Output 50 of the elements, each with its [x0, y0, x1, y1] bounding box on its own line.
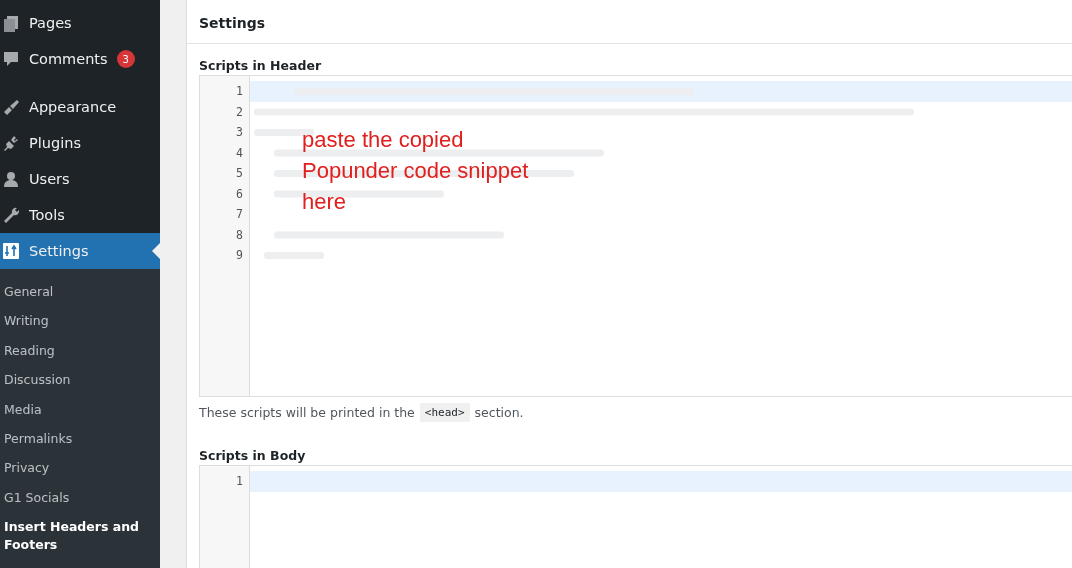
field-label: Scripts in Header [199, 58, 323, 73]
line-number: 1 [235, 473, 244, 490]
code-tag: <head> [419, 403, 470, 422]
settings-icon [2, 242, 20, 260]
submenu-item[interactable]: General [0, 277, 160, 307]
sidebar-item[interactable]: Users [0, 161, 160, 197]
line-number: 1 [235, 83, 244, 100]
count-badge: 3 [116, 50, 135, 68]
sidebar-item[interactable]: Tools [0, 197, 160, 233]
submenu-item[interactable]: G1 Socials [0, 482, 160, 513]
line-number: 8 [235, 226, 244, 244]
panel-title: Settings [187, 0, 1072, 44]
sidebar-label: Tools [29, 207, 65, 223]
sidebar-item[interactable]: Appearance [0, 89, 160, 125]
sidebar-label: Users [29, 171, 70, 187]
sidebar-label: Comments [29, 51, 108, 67]
tools-icon [2, 206, 20, 224]
line-number: 9 [235, 247, 244, 264]
help-text: These scripts will be printed in the [199, 405, 415, 420]
sidebar-label: Plugins [29, 135, 81, 151]
submenu-item[interactable]: Media [0, 394, 160, 425]
sidebar-item[interactable]: Settings [0, 233, 160, 269]
submenu-item[interactable]: Privacy [0, 453, 160, 483]
submenu-item[interactable]: Writing [0, 306, 160, 336]
code-editor[interactable]: 1 [199, 465, 1072, 568]
users-icon [2, 170, 20, 188]
line-number: 6 [235, 185, 244, 203]
submenu-item[interactable]: Permalinks [0, 424, 160, 454]
annotation-text: paste the copied Popunder code snippet here [302, 126, 530, 216]
code-editor[interactable]: 1 2 3 4 5 6 7 8 9 paste the copied Popunder code snippet here [199, 75, 1072, 397]
comments-icon [2, 50, 20, 68]
line-number: 5 [235, 165, 244, 182]
sidebar-label: Settings [29, 243, 89, 259]
line-number: 3 [235, 124, 244, 141]
line-number: 2 [235, 103, 244, 121]
pages-icon [2, 14, 20, 32]
sidebar-label: Appearance [29, 99, 117, 115]
line-number: 4 [235, 144, 244, 162]
plugins-icon [2, 134, 20, 152]
sidebar-label: Pages [29, 15, 72, 31]
appearance-icon [2, 98, 20, 116]
submenu-item[interactable]: Insert Headers and Footers [0, 512, 160, 560]
field-label: Scripts in Body [199, 448, 307, 463]
sidebar-item[interactable]: Pages [0, 5, 160, 41]
line-number: 7 [235, 206, 244, 223]
sidebar-item[interactable]: Plugins [0, 125, 160, 161]
submenu-item[interactable]: Reading [0, 335, 160, 366]
help-text: section. [474, 405, 524, 420]
submenu-item[interactable]: Discussion [0, 365, 160, 395]
sidebar-item[interactable]: Comments 3 [0, 41, 160, 77]
